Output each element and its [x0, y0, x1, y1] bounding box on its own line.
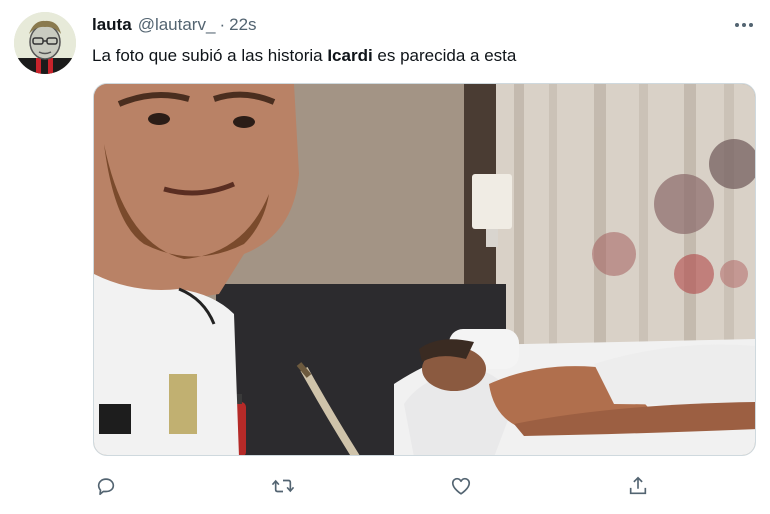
- tweet-header: lauta @lautarv_ · 22s: [92, 14, 257, 36]
- reply-icon: [97, 478, 115, 496]
- tweet-photo[interactable]: [93, 83, 756, 456]
- avatar[interactable]: [14, 12, 76, 74]
- like-button[interactable]: [447, 472, 475, 500]
- retweet-icon: [271, 479, 295, 493]
- share-icon: [629, 476, 647, 495]
- retweet-button[interactable]: [269, 472, 297, 500]
- more-horizontal-icon: [735, 23, 753, 27]
- timestamp[interactable]: 22s: [229, 15, 256, 35]
- mention-text: Icardi: [327, 46, 373, 65]
- share-button[interactable]: [624, 472, 652, 500]
- author-handle[interactable]: @lautarv_: [138, 15, 216, 35]
- tweet-actions: [92, 472, 652, 500]
- reply-button[interactable]: [92, 472, 120, 500]
- separator-dot: ·: [219, 15, 226, 34]
- tweet[interactable]: lauta @lautarv_ · 22s La foto que subió …: [0, 0, 770, 514]
- more-options-button[interactable]: [730, 14, 758, 36]
- heart-icon: [451, 477, 471, 495]
- tweet-text: La foto que subió a las historia Icardi …: [92, 45, 516, 67]
- tweet-text-start: La foto que subió a las historia: [92, 46, 328, 65]
- tweet-text-end: es parecida a esta: [372, 46, 517, 65]
- author-name[interactable]: lauta: [92, 15, 132, 35]
